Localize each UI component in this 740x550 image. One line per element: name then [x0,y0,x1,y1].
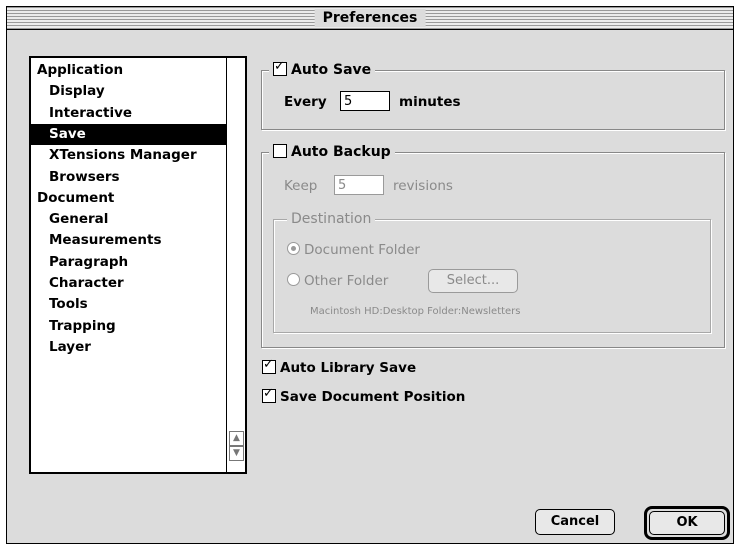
preferences-dialog: Preferences Application Display Interactiv… [6,6,734,544]
sidebar-item-general[interactable]: General [31,209,108,230]
save-document-position-label: Save Document Position [280,389,466,405]
checkmark-icon: ✓ [263,357,274,372]
auto-backup-revisions-input[interactable] [334,175,384,195]
save-document-position-checkbox[interactable]: ✓ Save Document Position [262,386,466,406]
destination-label: Destination [287,210,376,228]
window-title: Preferences [314,9,426,27]
title-bar[interactable]: Preferences [7,7,733,30]
auto-save-minutes-label: minutes [399,94,461,110]
document-folder-label: Document Folder [304,242,420,258]
backup-folder-path: Macintosh HD:Desktop Folder:Newsletters [310,306,521,317]
auto-save-group [261,70,725,130]
auto-library-save-checkbox[interactable]: ✓ Auto Library Save [262,357,417,377]
auto-backup-revisions-label: revisions [393,178,453,194]
auto-backup-checkbox-box[interactable] [273,144,287,158]
checkmark-icon: ✓ [274,59,285,74]
sidebar-item-tools[interactable]: Tools [31,294,88,315]
preferences-category-list[interactable]: Application Display Interactive Save XTensio… [29,56,247,474]
select-folder-button[interactable]: Select... [428,269,518,293]
radio-selected-icon[interactable] [287,242,300,255]
sidebar-item-xtensions-manager[interactable]: XTensions Manager [31,145,197,166]
cancel-button[interactable]: Cancel [535,509,615,535]
auto-save-checkbox-box[interactable]: ✓ [273,59,287,76]
list-scrollbar[interactable]: ▲ ▼ [226,58,245,472]
other-folder-label: Other Folder [304,273,389,289]
scroll-down-arrow-icon[interactable]: ▼ [229,446,244,461]
sidebar-item-display[interactable]: Display [31,81,105,102]
radio-unselected-icon[interactable] [287,273,300,286]
document-folder-radio[interactable]: Document Folder [287,241,420,259]
sidebar-item-layer[interactable]: Layer [31,337,91,358]
sidebar-item-save[interactable]: Save [31,123,239,145]
sidebar-item-document[interactable]: Document [31,188,114,209]
auto-library-save-label: Auto Library Save [280,360,417,376]
sidebar-item-paragraph[interactable]: Paragraph [31,252,128,273]
auto-save-every-label: Every [284,94,327,110]
ok-button[interactable]: OK [649,511,725,535]
other-folder-radio[interactable]: Other Folder [287,272,388,290]
auto-backup-checkbox[interactable]: Auto Backup [269,143,395,161]
save-document-position-checkbox-box[interactable]: ✓ [262,386,276,403]
auto-save-minutes-input[interactable] [340,91,390,111]
auto-save-checkbox[interactable]: ✓ Auto Save [269,59,376,79]
auto-backup-keep-label: Keep [284,178,318,194]
sidebar-item-measurements[interactable]: Measurements [31,230,161,251]
ok-button-default-ring[interactable]: OK [644,506,730,540]
checkmark-icon: ✓ [263,386,274,401]
sidebar-item-character[interactable]: Character [31,273,124,294]
sidebar-item-trapping[interactable]: Trapping [31,316,116,337]
auto-save-label: Auto Save [291,62,372,78]
sidebar-item-browsers[interactable]: Browsers [31,167,120,188]
auto-library-save-checkbox-box[interactable]: ✓ [262,357,276,374]
auto-backup-label: Auto Backup [291,144,391,160]
scroll-up-arrow-icon[interactable]: ▲ [229,431,244,446]
sidebar-item-interactive[interactable]: Interactive [31,103,132,124]
sidebar-item-application[interactable]: Application [31,60,123,81]
